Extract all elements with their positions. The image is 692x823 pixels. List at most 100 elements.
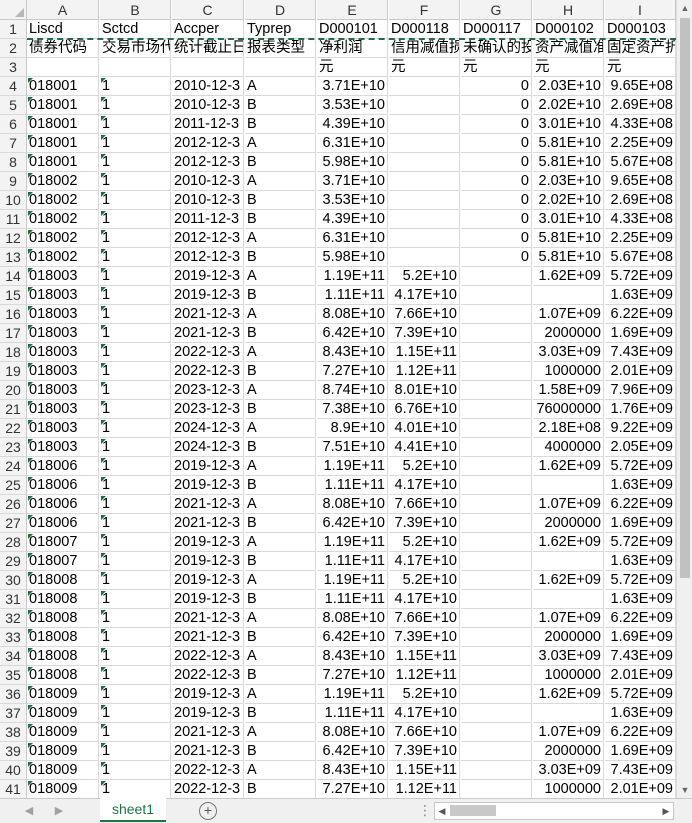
grid-cell[interactable]: A — [245, 267, 316, 286]
grid-cell[interactable]: 1.07E+09 — [533, 495, 604, 514]
grid-cell[interactable]: 1 — [100, 761, 171, 780]
grid-cell[interactable]: 4.17E+10 — [389, 476, 460, 495]
grid-cell[interactable]: A — [245, 381, 316, 400]
grid-cell[interactable]: 1 — [100, 229, 171, 248]
grid-cell[interactable]: 6.42E+10 — [317, 742, 388, 761]
grid-cell[interactable]: 7.43E+09 — [605, 647, 676, 666]
grid-cell[interactable]: 5.67E+08 — [605, 248, 676, 267]
grid-cell[interactable]: Sctcd — [100, 20, 171, 39]
grid-cell[interactable]: 1.11E+11 — [317, 476, 388, 495]
grid-cell[interactable]: 元 — [533, 58, 604, 77]
grid-cell[interactable]: 2023-12-3 — [172, 400, 244, 419]
grid-cell[interactable]: 7.39E+10 — [389, 514, 460, 533]
row-header[interactable]: 41 — [0, 780, 27, 799]
grid-cell[interactable]: 018008 — [27, 609, 99, 628]
grid-cell[interactable]: A — [245, 533, 316, 552]
grid-cell[interactable]: 1.62E+09 — [533, 267, 604, 286]
grid-cell[interactable]: A — [245, 571, 316, 590]
row-header[interactable]: 10 — [0, 191, 27, 210]
vertical-scrollbar[interactable]: ▲ ▼ — [676, 0, 692, 798]
grid-cell[interactable]: 1 — [100, 685, 171, 704]
grid-cell[interactable]: 8.08E+10 — [317, 305, 388, 324]
grid-cell[interactable]: 固定资产折 — [605, 39, 676, 58]
select-all-corner[interactable] — [0, 0, 27, 20]
grid-cell[interactable] — [461, 495, 532, 514]
grid-cell[interactable]: 7.51E+10 — [317, 438, 388, 457]
grid-cell[interactable]: 8.08E+10 — [317, 609, 388, 628]
grid-cell[interactable]: 1.63E+09 — [605, 552, 676, 571]
grid-cell[interactable]: 1 — [100, 742, 171, 761]
grid-cell[interactable]: 元 — [605, 58, 676, 77]
grid-cell[interactable]: 1 — [100, 286, 171, 305]
grid-cell[interactable]: 018008 — [27, 666, 99, 685]
grid-cell[interactable]: 018001 — [27, 77, 99, 96]
grid-cell[interactable]: 1.58E+09 — [533, 381, 604, 400]
tab-sheet1[interactable]: sheet1 — [100, 798, 166, 822]
grid-cell[interactable]: 1 — [100, 533, 171, 552]
grid-cell[interactable]: 3.53E+10 — [317, 96, 388, 115]
grid-cell[interactable]: B — [245, 362, 316, 381]
row-header[interactable]: 11 — [0, 210, 27, 229]
grid-cell[interactable]: 2.01E+09 — [605, 362, 676, 381]
grid-cell[interactable]: 018003 — [27, 267, 99, 286]
grid-cell[interactable]: 6.22E+09 — [605, 495, 676, 514]
column-header[interactable]: F — [389, 0, 460, 20]
grid-cell[interactable]: 2.01E+09 — [605, 780, 676, 799]
grid-cell[interactable]: 018003 — [27, 438, 99, 457]
grid-cell[interactable]: 5.72E+09 — [605, 267, 676, 286]
grid-cell[interactable]: 1.11E+11 — [317, 590, 388, 609]
grid-cell[interactable]: 7.96E+09 — [605, 381, 676, 400]
grid-cell[interactable]: B — [245, 780, 316, 799]
grid-cell[interactable]: 2.02E+10 — [533, 191, 604, 210]
grid-cell[interactable]: B — [245, 324, 316, 343]
grid-cell[interactable]: 1 — [100, 324, 171, 343]
row-header[interactable]: 40 — [0, 761, 27, 780]
grid-cell[interactable]: 1000000 — [533, 780, 604, 799]
grid-cell[interactable]: 4.41E+10 — [389, 438, 460, 457]
grid-cell[interactable]: 7.66E+10 — [389, 723, 460, 742]
grid-cell[interactable]: 018008 — [27, 590, 99, 609]
grid-cell[interactable]: 1 — [100, 666, 171, 685]
grid-cell[interactable]: 018001 — [27, 115, 99, 134]
grid-cell[interactable]: 5.98E+10 — [317, 248, 388, 267]
grid-cell[interactable]: 7.66E+10 — [389, 609, 460, 628]
grid-cell[interactable] — [461, 723, 532, 742]
row-header[interactable]: 2 — [0, 39, 27, 58]
grid-cell[interactable]: 2000000 — [533, 742, 604, 761]
grid-cell[interactable] — [389, 153, 460, 172]
grid-cell[interactable]: 4.17E+10 — [389, 286, 460, 305]
grid-cell[interactable] — [389, 248, 460, 267]
grid-cell[interactable]: 1.69E+09 — [605, 742, 676, 761]
grid-cell[interactable]: 1 — [100, 267, 171, 286]
grid-cell[interactable]: B — [245, 552, 316, 571]
grid-cell[interactable] — [461, 761, 532, 780]
grid-cell[interactable]: 1 — [100, 210, 171, 229]
grid-cell[interactable]: 1 — [100, 96, 171, 115]
grid-cell[interactable]: 1 — [100, 780, 171, 799]
grid-cell[interactable] — [461, 324, 532, 343]
grid-cell[interactable]: 8.43E+10 — [317, 343, 388, 362]
grid-cell[interactable]: 2022-12-3 — [172, 362, 244, 381]
grid-cell[interactable] — [389, 115, 460, 134]
grid-cell[interactable]: 7.39E+10 — [389, 324, 460, 343]
grid-cell[interactable]: A — [245, 343, 316, 362]
column-header[interactable]: B — [100, 0, 171, 20]
grid-cell[interactable]: 2000000 — [533, 628, 604, 647]
grid-cell[interactable]: A — [245, 305, 316, 324]
grid-cell[interactable]: B — [245, 704, 316, 723]
grid-cell[interactable]: 1.62E+09 — [533, 571, 604, 590]
grid-cell[interactable]: 1.19E+11 — [317, 267, 388, 286]
grid-cell[interactable]: 5.98E+10 — [317, 153, 388, 172]
row-header[interactable]: 28 — [0, 533, 27, 552]
grid-cell[interactable] — [461, 533, 532, 552]
grid-cell[interactable]: 5.81E+10 — [533, 248, 604, 267]
grid-cell[interactable]: 018002 — [27, 172, 99, 191]
grid-cell[interactable]: 8.9E+10 — [317, 419, 388, 438]
grid-cell[interactable]: 报表类型 — [245, 39, 316, 58]
grid-cell[interactable]: 0 — [461, 153, 532, 172]
grid-cell[interactable]: 7.43E+09 — [605, 761, 676, 780]
row-header[interactable]: 27 — [0, 514, 27, 533]
grid-cell[interactable]: 7.27E+10 — [317, 780, 388, 799]
row-header[interactable]: 32 — [0, 609, 27, 628]
grid-cell[interactable]: B — [245, 590, 316, 609]
